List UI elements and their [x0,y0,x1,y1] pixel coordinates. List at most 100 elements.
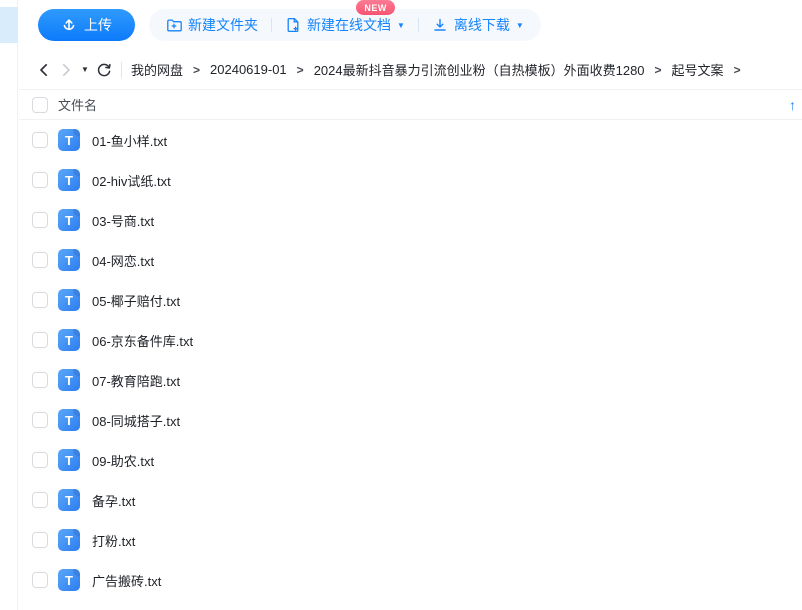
file-row[interactable]: T 06-京东备件库.txt [19,320,802,360]
file-row[interactable]: T 02-hiv试纸.txt [19,160,802,200]
sidebar-edge [0,0,18,610]
filename-column-header: 文件名 [58,95,97,114]
forward-button[interactable] [55,59,77,81]
row-checkbox[interactable] [32,452,48,468]
txt-file-icon-letter: T [65,334,73,347]
txt-file-icon: T [58,209,80,231]
file-name[interactable]: 08-同城搭子.txt [92,411,180,430]
history-dropdown-button[interactable]: ▼ [77,66,93,74]
toolbar: 上传 新建文件夹 NEW [19,0,802,50]
txt-file-icon-letter: T [65,494,73,507]
file-name[interactable]: 02-hiv试纸.txt [92,171,171,190]
new-badge: NEW [356,0,395,15]
txt-file-icon-letter: T [65,214,73,227]
file-name[interactable]: 备孕.txt [92,491,135,510]
txt-file-icon: T [58,409,80,431]
txt-file-icon: T [58,569,80,591]
breadcrumb-separator-icon: > [193,63,200,77]
new-online-doc-label: 新建在线文档 [307,15,391,35]
txt-file-icon: T [58,169,80,191]
cloud-drive-file-manager: 上传 新建文件夹 NEW [0,0,802,610]
upload-button-label: 上传 [84,15,112,35]
txt-file-icon-letter: T [65,134,73,147]
file-row[interactable]: T 03-号商.txt [19,200,802,240]
file-name[interactable]: 05-椰子赔付.txt [92,291,180,310]
new-document-icon [285,17,301,33]
file-name[interactable]: 04-网恋.txt [92,251,154,270]
row-checkbox[interactable] [32,412,48,428]
breadcrumb-item[interactable]: 起号文案 [672,60,724,79]
refresh-icon [96,62,112,78]
row-checkbox[interactable] [32,572,48,588]
row-checkbox[interactable] [32,532,48,548]
file-name[interactable]: 广告搬砖.txt [92,571,161,590]
new-online-doc-button[interactable]: NEW 新建在线文档 ▼ [285,15,405,35]
file-row[interactable]: T 08-同城搭子.txt [19,400,802,440]
txt-file-icon-letter: T [65,534,73,547]
row-checkbox[interactable] [32,492,48,508]
main-panel: 上传 新建文件夹 NEW [19,0,802,600]
toolbar-actions: 新建文件夹 NEW 新建在线文档 ▼ [149,9,541,41]
list-header: 文件名 ↑ [19,89,802,120]
chevron-down-icon: ▼ [516,22,524,30]
txt-file-icon-letter: T [65,254,73,267]
file-row[interactable]: T 备孕.txt [19,480,802,520]
caret-down-icon: ▼ [81,65,89,74]
file-row[interactable]: T 打粉.txt [19,520,802,560]
back-button[interactable] [33,59,55,81]
file-row[interactable]: T 04-网恋.txt [19,240,802,280]
row-checkbox[interactable] [32,172,48,188]
breadcrumb-item[interactable]: 2024最新抖音暴力引流创业粉（自热模板）外面收费1280 [314,60,645,79]
txt-file-icon: T [58,529,80,551]
breadcrumb-separator-icon: > [734,63,741,77]
chevron-left-icon [36,62,52,78]
file-name[interactable]: 打粉.txt [92,531,135,550]
file-row[interactable]: T 07-教育陪跑.txt [19,360,802,400]
breadcrumb-item[interactable]: 20240619-01 [210,62,287,77]
txt-file-icon-letter: T [65,174,73,187]
toolbar-divider [271,18,272,32]
txt-file-icon: T [58,369,80,391]
file-name[interactable]: 03-号商.txt [92,211,154,230]
row-checkbox[interactable] [32,212,48,228]
refresh-button[interactable] [93,59,115,81]
txt-file-icon-letter: T [65,454,73,467]
file-row[interactable]: T 09-助农.txt [19,440,802,480]
file-name[interactable]: 09-助农.txt [92,451,154,470]
file-row[interactable]: T 广告搬砖.txt [19,560,802,600]
row-checkbox[interactable] [32,372,48,388]
new-folder-label: 新建文件夹 [188,15,258,35]
toolbar-divider [418,18,419,32]
txt-file-icon: T [58,129,80,151]
offline-download-button[interactable]: 离线下载 ▼ [432,15,524,35]
file-name[interactable]: 06-京东备件库.txt [92,331,193,350]
breadcrumb-separator-icon: > [297,63,304,77]
file-name[interactable]: 07-教育陪跑.txt [92,371,180,390]
txt-file-icon-letter: T [65,574,73,587]
sort-ascending-icon[interactable]: ↑ [789,97,796,113]
download-icon [432,17,448,33]
file-list: T 01-鱼小样.txt T 02-hiv试纸.txt T 03-号商.txt … [19,120,802,600]
sidebar-highlight [0,7,18,43]
breadcrumb-item[interactable]: 我的网盘 [131,60,183,79]
chevron-down-icon: ▼ [397,22,405,30]
offline-download-label: 离线下载 [454,15,510,35]
txt-file-icon: T [58,289,80,311]
row-checkbox[interactable] [32,292,48,308]
upload-button[interactable]: 上传 [38,9,135,41]
select-all-checkbox[interactable] [32,97,48,113]
chevron-right-icon [58,62,74,78]
file-row[interactable]: T 01-鱼小样.txt [19,120,802,160]
txt-file-icon-letter: T [65,374,73,387]
txt-file-icon-letter: T [65,414,73,427]
row-checkbox[interactable] [32,332,48,348]
file-name[interactable]: 01-鱼小样.txt [92,131,167,150]
txt-file-icon: T [58,449,80,471]
upload-icon [61,17,77,33]
file-row[interactable]: T 05-椰子赔付.txt [19,280,802,320]
breadcrumb-separator-icon: > [655,63,662,77]
row-checkbox[interactable] [32,252,48,268]
txt-file-icon: T [58,329,80,351]
new-folder-button[interactable]: 新建文件夹 [166,15,258,35]
row-checkbox[interactable] [32,132,48,148]
